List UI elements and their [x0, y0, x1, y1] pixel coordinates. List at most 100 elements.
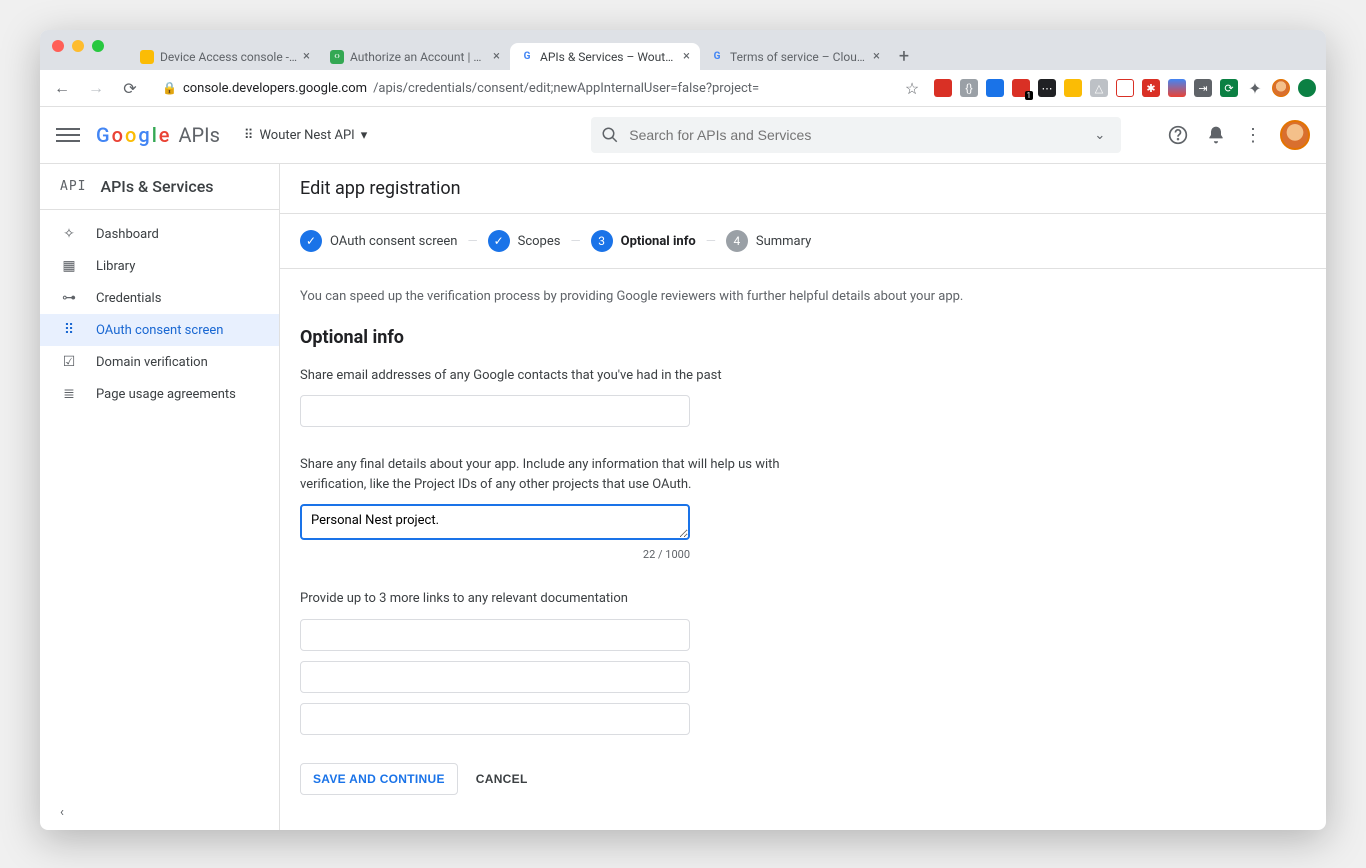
browser-toolbar: ← → ⟳ 🔒 console.developers.google.com/ap… — [40, 70, 1326, 107]
sidebar-item-page-usage[interactable]: ≣ Page usage agreements — [40, 378, 279, 410]
sidebar-item-label: Domain verification — [96, 355, 208, 370]
google-apis-logo[interactable]: Google APIs — [96, 123, 220, 147]
stepper: ✓ OAuth consent screen — ✓ Scopes — 3 Op… — [280, 214, 1326, 269]
extension-icon[interactable] — [1116, 79, 1134, 97]
sidebar-item-label: Page usage agreements — [96, 387, 236, 402]
char-counter: 22 / 1000 — [300, 548, 690, 561]
help-icon[interactable] — [1168, 125, 1188, 145]
extension-icon[interactable]: {} — [960, 79, 978, 97]
extension-icon[interactable] — [1298, 79, 1316, 97]
favicon-icon: G — [710, 50, 724, 64]
search-bar[interactable]: ⌄ — [591, 117, 1121, 153]
extension-icon[interactable] — [1168, 79, 1186, 97]
extension-icon[interactable]: △ — [1090, 79, 1108, 97]
step-optional-info[interactable]: 3 Optional info — [591, 230, 696, 252]
close-tab-icon[interactable]: × — [873, 49, 880, 64]
tab-title: Device Access console - Proje — [160, 50, 297, 64]
more-icon[interactable]: ⋮ — [1244, 125, 1262, 146]
extension-icon[interactable]: ✱ — [1142, 79, 1160, 97]
verify-icon: ☑ — [60, 354, 78, 370]
star-icon[interactable]: ☆ — [900, 76, 924, 100]
extension-icon[interactable]: ⟳ — [1220, 79, 1238, 97]
agreement-icon: ≣ — [60, 386, 78, 402]
sidebar-item-credentials[interactable]: ⊶ Credentials — [40, 282, 279, 314]
search-input[interactable] — [629, 127, 1088, 143]
key-icon: ⊶ — [60, 290, 78, 306]
account-avatar[interactable] — [1280, 120, 1310, 150]
minimize-window-icon[interactable] — [72, 40, 84, 52]
check-icon: ✓ — [488, 230, 510, 252]
profile-avatar-small[interactable] — [1272, 79, 1290, 97]
tab-title: APIs & Services – Wouter Nest — [540, 50, 677, 64]
tab-title: Authorize an Account | Devic — [350, 50, 487, 64]
url-host: console.developers.google.com — [183, 81, 367, 96]
extension-icon[interactable]: ⋯ — [1038, 79, 1056, 97]
app-header: Google APIs ⠿ Wouter Nest API ▾ ⌄ ⋮ — [40, 107, 1326, 164]
sidebar-item-label: OAuth consent screen — [96, 323, 223, 338]
extension-icon[interactable] — [986, 79, 1004, 97]
details-textarea[interactable] — [300, 504, 690, 540]
doc-link-3-input[interactable] — [300, 703, 690, 735]
step-number-icon: 3 — [591, 230, 613, 252]
doc-link-2-input[interactable] — [300, 661, 690, 693]
extension-icon[interactable]: ⇥ — [1194, 79, 1212, 97]
chevron-down-icon[interactable]: ⌄ — [1088, 128, 1111, 143]
new-tab-button[interactable]: + — [890, 42, 918, 70]
close-tab-icon[interactable]: × — [493, 49, 500, 64]
help-text: You can speed up the verification proces… — [300, 287, 980, 307]
step-scopes[interactable]: ✓ Scopes — [488, 230, 561, 252]
library-icon: ▦ — [60, 258, 78, 274]
sidebar-item-oauth-consent[interactable]: ⠿ OAuth consent screen — [40, 314, 279, 346]
tab-title: Terms of service – Cloud Funct — [730, 50, 867, 64]
api-icon: API — [60, 179, 86, 194]
project-selector[interactable]: ⠿ Wouter Nest API ▾ — [236, 124, 375, 147]
extension-icon[interactable] — [1064, 79, 1082, 97]
cancel-button[interactable]: CANCEL — [476, 772, 528, 786]
close-window-icon[interactable] — [52, 40, 64, 52]
sidebar-header: API APIs & Services — [40, 164, 279, 210]
project-name: Wouter Nest API — [259, 128, 354, 143]
sidebar-item-dashboard[interactable]: ✧ Dashboard — [40, 218, 279, 250]
extensions-menu-icon[interactable]: ✦ — [1246, 79, 1264, 97]
browser-tab-2[interactable]: G APIs & Services – Wouter Nest × — [510, 43, 700, 70]
close-tab-icon[interactable]: × — [303, 49, 310, 64]
contacts-label: Share email addresses of any Google cont… — [300, 366, 980, 386]
consent-icon: ⠿ — [60, 322, 78, 338]
window-controls — [40, 30, 116, 52]
contacts-input[interactable] — [300, 395, 690, 427]
sidebar-item-label: Dashboard — [96, 227, 159, 242]
save-continue-button[interactable]: SAVE AND CONTINUE — [300, 763, 458, 795]
reload-button[interactable]: ⟳ — [118, 76, 142, 100]
browser-chrome: Device Access console - Proje × ‹› Autho… — [40, 30, 1326, 70]
doc-link-1-input[interactable] — [300, 619, 690, 651]
browser-tab-1[interactable]: ‹› Authorize an Account | Devic × — [320, 43, 510, 70]
menu-button[interactable] — [56, 128, 80, 142]
step-label: OAuth consent screen — [330, 234, 457, 249]
extension-icon[interactable]: 1 — [1012, 79, 1030, 97]
dropdown-icon: ▾ — [361, 128, 368, 143]
address-bar[interactable]: 🔒 console.developers.google.com/apis/cre… — [152, 77, 769, 100]
extension-icon[interactable] — [934, 79, 952, 97]
dashboard-icon: ✧ — [60, 226, 78, 242]
forward-button[interactable]: → — [84, 76, 108, 100]
notifications-icon[interactable] — [1206, 125, 1226, 145]
back-button[interactable]: ← — [50, 76, 74, 100]
browser-tab-0[interactable]: Device Access console - Proje × — [130, 43, 320, 70]
sidebar-item-label: Library — [96, 259, 135, 274]
sidebar-item-library[interactable]: ▦ Library — [40, 250, 279, 282]
browser-tab-3[interactable]: G Terms of service – Cloud Funct × — [700, 43, 890, 70]
section-title: Optional info — [300, 327, 980, 348]
step-number-icon: 4 — [726, 230, 748, 252]
maximize-window-icon[interactable] — [92, 40, 104, 52]
sidebar-item-label: Credentials — [96, 291, 161, 306]
close-tab-icon[interactable]: × — [683, 49, 690, 64]
url-path: /apis/credentials/consent/edit;newAppInt… — [373, 81, 759, 96]
details-label: Share any final details about your app. … — [300, 455, 800, 494]
favicon-icon: G — [520, 50, 534, 64]
step-summary[interactable]: 4 Summary — [726, 230, 811, 252]
page-title: Edit app registration — [280, 164, 1326, 214]
tab-strip: Device Access console - Proje × ‹› Autho… — [40, 30, 1326, 70]
sidebar-item-domain-verification[interactable]: ☑ Domain verification — [40, 346, 279, 378]
step-oauth-consent[interactable]: ✓ OAuth consent screen — [300, 230, 457, 252]
collapse-sidebar-button[interactable]: ‹ — [40, 795, 279, 830]
